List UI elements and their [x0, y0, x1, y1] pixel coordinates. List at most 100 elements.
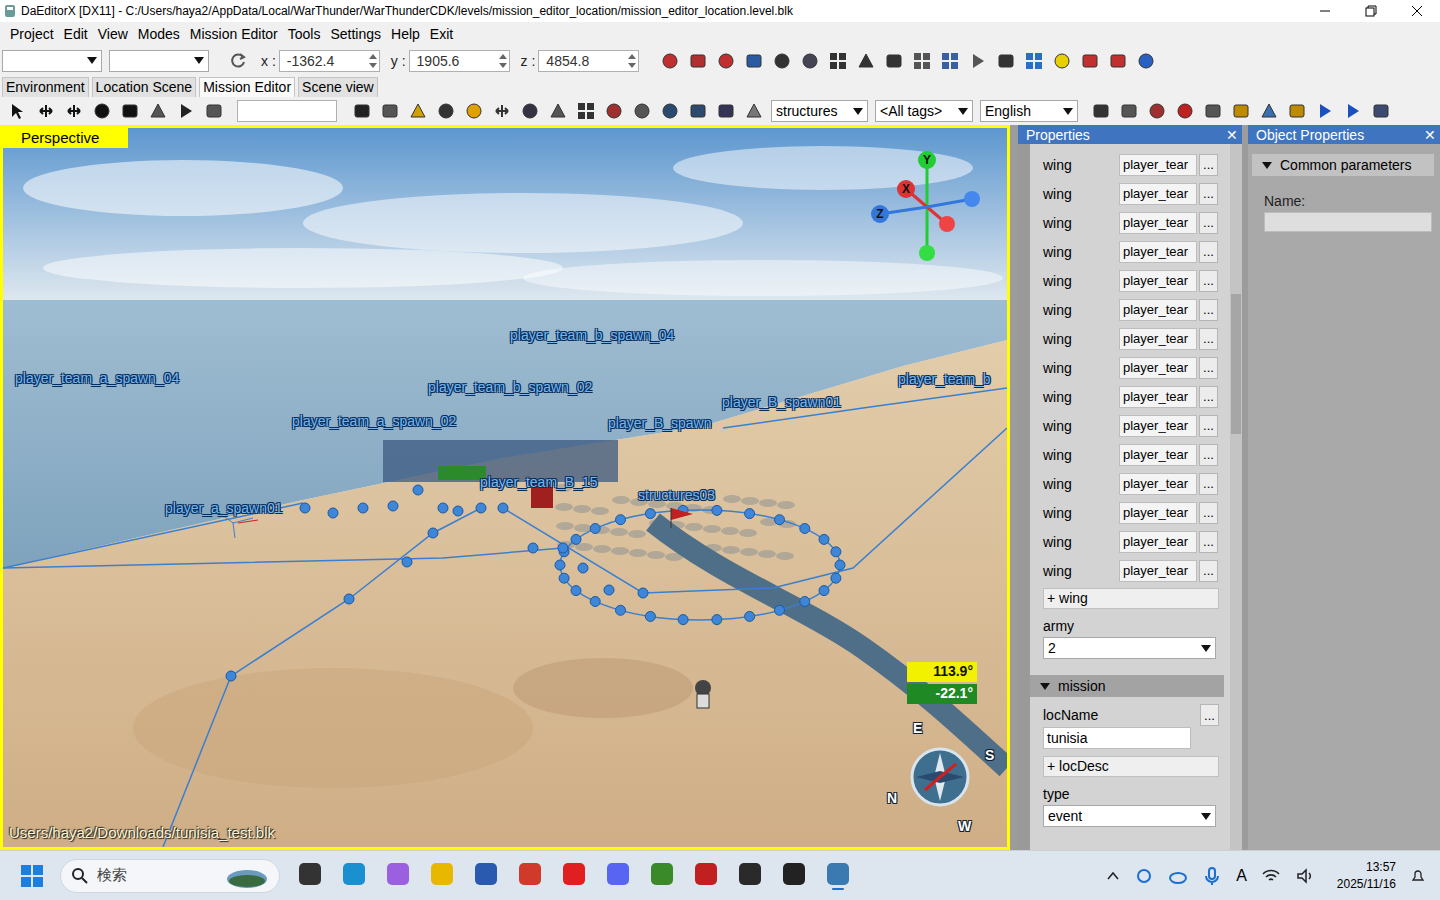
- print-icon[interactable]: [1091, 101, 1111, 121]
- menu-item[interactable]: Exit: [425, 26, 458, 42]
- globe-icon[interactable]: [800, 51, 820, 71]
- browse-button[interactable]: ...: [1199, 328, 1218, 350]
- axis-ball[interactable]: Z: [871, 205, 889, 223]
- file-explorer-icon[interactable]: [430, 862, 454, 890]
- wing-field[interactable]: player_tear: [1119, 415, 1197, 437]
- mission-object-label[interactable]: player_B_spawn01: [722, 394, 841, 410]
- sync-icon[interactable]: [1134, 866, 1154, 886]
- wing-field[interactable]: player_tear: [1119, 531, 1197, 553]
- move-icon[interactable]: [36, 101, 56, 121]
- mission-object-label[interactable]: player_team_B_15: [480, 474, 598, 490]
- list-icon[interactable]: [912, 51, 932, 71]
- common-parameters-header[interactable]: Common parameters: [1252, 154, 1434, 176]
- no-icon[interactable]: [1108, 51, 1128, 71]
- axis-ball[interactable]: Y: [918, 151, 936, 169]
- daeditor-icon[interactable]: [826, 862, 850, 890]
- editor-tab[interactable]: Location Scene: [92, 77, 197, 97]
- mission-object-label[interactable]: player_team_b_spawn_04: [510, 327, 674, 343]
- mission-section-header[interactable]: mission: [1030, 675, 1224, 697]
- task-view-icon[interactable]: [298, 862, 322, 890]
- terrain-icon[interactable]: [688, 51, 708, 71]
- sun2-icon[interactable]: [464, 101, 484, 121]
- bomb-icon[interactable]: [604, 101, 624, 121]
- browse-button[interactable]: ...: [1199, 154, 1218, 176]
- wing-field[interactable]: player_tear: [1119, 270, 1197, 292]
- rotate-icon[interactable]: [92, 101, 112, 121]
- menu-item[interactable]: Settings: [325, 26, 386, 42]
- browse-button[interactable]: ...: [1199, 560, 1218, 582]
- snap-icon[interactable]: [660, 51, 680, 71]
- start-icon[interactable]: [20, 864, 44, 888]
- name-icon[interactable]: [380, 101, 400, 121]
- add-locdesc-button[interactable]: + locDesc: [1043, 756, 1219, 777]
- mission-object-label[interactable]: player_team_b: [898, 371, 991, 387]
- menu-item[interactable]: Mission Editor: [185, 26, 283, 42]
- close-panel-button[interactable]: ✕: [1226, 127, 1238, 143]
- play2-icon[interactable]: [1343, 101, 1363, 121]
- menu-item[interactable]: View: [93, 26, 133, 42]
- wing-field[interactable]: player_tear: [1119, 212, 1197, 234]
- type-dropdown[interactable]: event: [1043, 805, 1216, 827]
- objects-icon[interactable]: [576, 101, 596, 121]
- folder-icon[interactable]: [1287, 101, 1307, 121]
- editor-dropdown[interactable]: [2, 50, 102, 72]
- edge-icon[interactable]: [342, 862, 366, 890]
- close-panel-button[interactable]: ✕: [1424, 127, 1436, 143]
- browse-button[interactable]: ...: [1199, 299, 1218, 321]
- ball-icon[interactable]: [660, 101, 680, 121]
- tiles-icon[interactable]: [940, 51, 960, 71]
- close-icon[interactable]: [1394, 0, 1440, 22]
- browse-button[interactable]: ...: [1199, 502, 1218, 524]
- doc-icon[interactable]: [1203, 101, 1223, 121]
- menu-item[interactable]: Tools: [283, 26, 326, 42]
- dot-icon[interactable]: [632, 101, 652, 121]
- mode-dropdown[interactable]: [109, 50, 209, 72]
- move-surface-icon[interactable]: [64, 101, 84, 121]
- name-input[interactable]: [1264, 212, 1432, 232]
- scrollbar-track[interactable]: [1230, 144, 1242, 850]
- box-icon[interactable]: [688, 101, 708, 121]
- mission-object-label[interactable]: player_team_a_spawn_02: [292, 413, 456, 429]
- erase-icon[interactable]: [1259, 101, 1279, 121]
- browse-button[interactable]: ...: [1199, 241, 1218, 263]
- wing-field[interactable]: player_tear: [1119, 241, 1197, 263]
- db-icon[interactable]: [352, 101, 372, 121]
- frame-icon[interactable]: [744, 51, 764, 71]
- view-mode-label[interactable]: Perspective: [3, 128, 128, 148]
- wing-field[interactable]: player_tear: [1119, 502, 1197, 524]
- spinner-icon[interactable]: [367, 51, 379, 71]
- grid-icon[interactable]: [828, 51, 848, 71]
- wing-field[interactable]: player_tear: [1119, 357, 1197, 379]
- notification-icon[interactable]: [1410, 867, 1426, 885]
- eye-icon[interactable]: [772, 51, 792, 71]
- restore-icon[interactable]: [1348, 0, 1394, 22]
- wifi-icon[interactable]: [1261, 866, 1281, 886]
- refresh-icon[interactable]: [228, 51, 248, 71]
- sphere-icon[interactable]: [520, 101, 540, 121]
- coord-field[interactable]: 1905.6: [409, 50, 510, 72]
- axis-ball[interactable]: X: [897, 180, 915, 198]
- browse-button[interactable]: ...: [1199, 386, 1218, 408]
- obs-icon[interactable]: [738, 862, 762, 890]
- menu-item[interactable]: Modes: [133, 26, 185, 42]
- route-icon[interactable]: [968, 51, 988, 71]
- record-icon[interactable]: [1175, 101, 1195, 121]
- wing-field[interactable]: player_tear: [1119, 386, 1197, 408]
- browse-button[interactable]: ...: [1199, 183, 1218, 205]
- copilot-icon[interactable]: [386, 862, 410, 890]
- browse-button[interactable]: ...: [1199, 531, 1218, 553]
- discord-icon[interactable]: [606, 862, 630, 890]
- browse-button[interactable]: ...: [1199, 473, 1218, 495]
- spinner-icon[interactable]: [497, 51, 509, 71]
- army-dropdown[interactable]: 2: [1043, 637, 1216, 659]
- minecraft-icon[interactable]: [650, 862, 674, 890]
- gizmo-icon[interactable]: [492, 101, 512, 121]
- mission-object-label[interactable]: player_team_a_spawn_04: [15, 370, 179, 386]
- tree-icon[interactable]: [856, 51, 876, 71]
- drop-icon[interactable]: [148, 101, 168, 121]
- minimize-icon[interactable]: [1302, 0, 1348, 22]
- film-icon[interactable]: [1119, 101, 1139, 121]
- locname-field[interactable]: tunisia: [1043, 727, 1191, 749]
- wing-field[interactable]: player_tear: [1119, 328, 1197, 350]
- wing-field[interactable]: player_tear: [1119, 473, 1197, 495]
